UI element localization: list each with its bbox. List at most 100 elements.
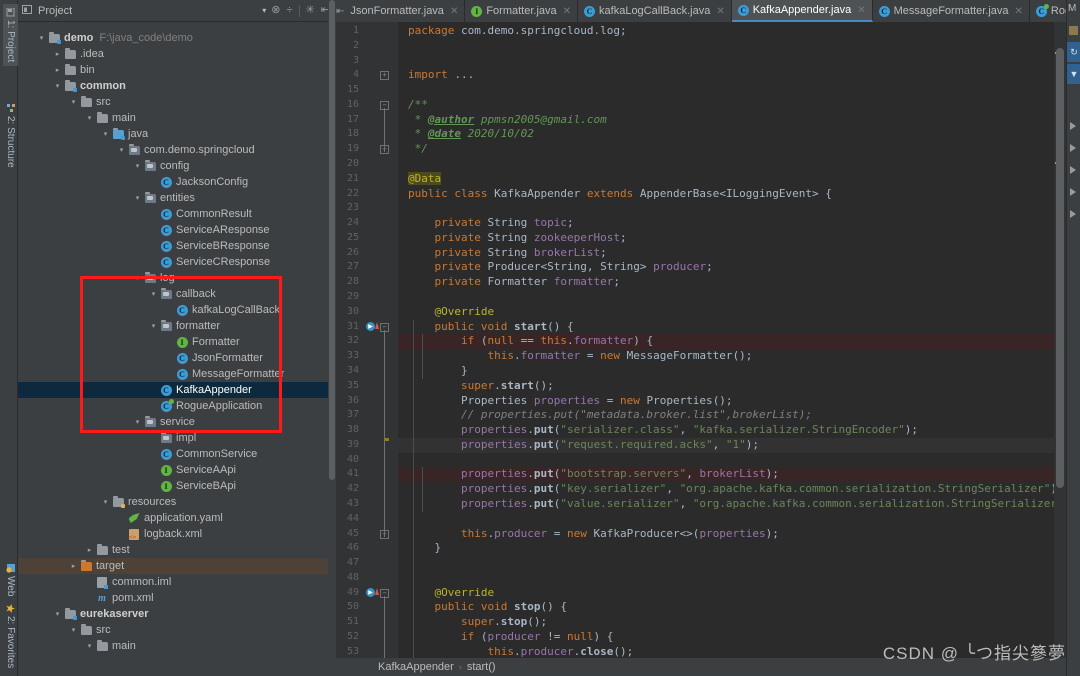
- editor-marker-strip[interactable]: [1054, 22, 1066, 658]
- code-line[interactable]: }: [398, 541, 1054, 556]
- run-method-icon[interactable]: ▶: [366, 587, 379, 597]
- code-line[interactable]: properties.put("key.serializer", "org.ap…: [398, 482, 1054, 497]
- tree-row[interactable]: ▸CkafkaLogCallBack: [34, 302, 328, 318]
- tree-row[interactable]: ▸IFormatter: [34, 334, 328, 350]
- code-line[interactable]: [398, 571, 1054, 586]
- run-marker-icon[interactable]: [1070, 122, 1076, 130]
- editor-tab-messageformatter[interactable]: C MessageFormatter.java ✕: [873, 0, 1030, 22]
- tree-row[interactable]: ▸CServiceAResponse: [34, 222, 328, 238]
- code-line[interactable]: properties.put("serializer.class", "kafk…: [398, 423, 1054, 438]
- tree-row[interactable]: ▸IServiceAApi: [34, 462, 328, 478]
- code-line[interactable]: [398, 83, 1054, 98]
- code-line[interactable]: [398, 512, 1054, 527]
- close-icon[interactable]: ✕: [563, 6, 571, 17]
- code-fold-toggle[interactable]: +: [380, 71, 389, 81]
- editor-tab-kafkalogcallback[interactable]: C kafkaLogCallBack.java ✕: [578, 0, 732, 22]
- tree-row[interactable]: ▸CCommonResult: [34, 206, 328, 222]
- code-line[interactable]: super.start();: [398, 379, 1054, 394]
- expand-arrow-open-icon[interactable]: ▾: [148, 322, 159, 330]
- tree-row[interactable]: ▸ target: [34, 558, 328, 574]
- code-line[interactable]: private String topic;: [398, 216, 1054, 231]
- expand-arrow-open-icon[interactable]: ▾: [84, 114, 95, 122]
- tree-row[interactable]: ▾ src: [34, 94, 328, 110]
- code-line[interactable]: */: [398, 142, 1054, 157]
- code-line[interactable]: }: [398, 364, 1054, 379]
- code-line[interactable]: * @author ppmsn2005@gmail.com: [398, 113, 1054, 128]
- tree-row[interactable]: ▾ src: [34, 622, 328, 638]
- code-line[interactable]: this.formatter = new MessageFormatter();: [398, 349, 1054, 364]
- expand-arrow-open-icon[interactable]: ▾: [52, 82, 63, 90]
- expand-arrow-closed-icon[interactable]: ▸: [68, 562, 79, 570]
- tree-row[interactable]: ▸CJsonFormatter: [34, 350, 328, 366]
- editor-scroll-thumb[interactable]: [1056, 48, 1064, 488]
- editor-tab-jsonformatter[interactable]: JsonFormatter.java ✕: [344, 0, 466, 22]
- code-line[interactable]: @Override: [398, 586, 1054, 601]
- tree-row[interactable]: ▸ impl: [34, 430, 328, 446]
- editor-tab-rogueapplication[interactable]: C RogueApplication.java ✕: [1030, 0, 1066, 22]
- tool-window-button-project[interactable]: 1: Project: [3, 4, 18, 67]
- expand-arrow-open-icon[interactable]: ▾: [52, 610, 63, 618]
- scroll-from-source-icon[interactable]: ÷: [287, 5, 293, 16]
- code-line[interactable]: public class KafkaAppender extends Appen…: [398, 187, 1054, 202]
- code-line[interactable]: Properties properties = new Properties()…: [398, 394, 1054, 409]
- code-line[interactable]: * @date 2020/10/02: [398, 127, 1054, 142]
- code-line[interactable]: public void start() {: [398, 320, 1054, 335]
- sync-button[interactable]: ↻: [1067, 42, 1080, 62]
- code-line[interactable]: private String zookeeperHost;: [398, 231, 1054, 246]
- tree-row[interactable]: ▾ com.demo.springcloud: [34, 142, 328, 158]
- code-line[interactable]: this.producer = new KafkaProducer<>(prop…: [398, 527, 1054, 542]
- expand-arrow-closed-icon[interactable]: ▸: [52, 50, 63, 58]
- tool-window-button-structure[interactable]: 2: Structure: [3, 100, 18, 172]
- expand-arrow-open-icon[interactable]: ▾: [132, 194, 143, 202]
- tree-row[interactable]: ▸CJacksonConfig: [34, 174, 328, 190]
- tree-row[interactable]: ▾ config: [34, 158, 328, 174]
- tree-row[interactable]: ▾ formatter: [34, 318, 328, 334]
- code-text[interactable]: package com.demo.springcloud.log; import …: [398, 22, 1054, 658]
- tree-row[interactable]: ▸CKafkaAppender: [34, 382, 328, 398]
- tool-window-button-web[interactable]: Web: [3, 560, 18, 600]
- tree-row[interactable]: ▸IServiceBApi: [34, 478, 328, 494]
- code-line[interactable]: package com.demo.springcloud.log;: [398, 24, 1054, 39]
- project-tree-scroll-thumb[interactable]: [329, 0, 335, 480]
- breadcrumb-method[interactable]: start(): [467, 661, 496, 673]
- tree-row[interactable]: ▾ java: [34, 126, 328, 142]
- close-icon[interactable]: ✕: [450, 6, 458, 17]
- collapse-marker[interactable]: ▼: [1067, 64, 1080, 84]
- expand-arrow-open-icon[interactable]: ▾: [84, 642, 95, 650]
- code-line[interactable]: if (null == this.formatter) {: [398, 334, 1054, 350]
- tree-row[interactable]: ▾ resources: [34, 494, 328, 510]
- expand-arrow-open-icon[interactable]: ▾: [100, 130, 111, 138]
- code-line[interactable]: [398, 201, 1054, 216]
- code-line[interactable]: super.stop();: [398, 615, 1054, 630]
- editor-tab-kafkaappender[interactable]: C KafkaAppender.java ✕: [731, 0, 873, 22]
- expand-arrow-open-icon[interactable]: ▾: [148, 290, 159, 298]
- code-line[interactable]: properties.put("bootstrap.servers", brok…: [398, 467, 1054, 483]
- code-line[interactable]: @Override: [398, 305, 1054, 320]
- tree-row[interactable]: ▾ log: [34, 270, 328, 286]
- tree-row[interactable]: ▸m pom.xml: [34, 590, 328, 606]
- expand-arrow-open-icon[interactable]: ▾: [36, 34, 47, 42]
- tree-row[interactable]: ▸ logback.xml: [34, 526, 328, 542]
- run-marker-icon[interactable]: [1070, 188, 1076, 196]
- tree-row[interactable]: ▾ demo F:\java_code\demo: [34, 30, 328, 46]
- right-tool-window-maven[interactable]: M: [1068, 3, 1076, 14]
- editor-tab-formatter[interactable]: I Formatter.java ✕: [465, 0, 579, 22]
- tree-row[interactable]: ▸ .idea: [34, 46, 328, 62]
- tree-row[interactable]: ▸ test: [34, 542, 328, 558]
- code-line[interactable]: properties.put("value.serializer", "org.…: [398, 497, 1054, 512]
- tree-row[interactable]: ▸ bin: [34, 62, 328, 78]
- tree-row[interactable]: ▾ common: [34, 78, 328, 94]
- tree-row[interactable]: ▾ callback: [34, 286, 328, 302]
- chevron-down-icon[interactable]: ▾: [262, 6, 266, 15]
- close-icon[interactable]: ✕: [857, 5, 865, 16]
- collapse-all-icon[interactable]: ⊗: [271, 5, 280, 16]
- tree-row[interactable]: ▾ entities: [34, 190, 328, 206]
- tree-row[interactable]: ▸CCommonService: [34, 446, 328, 462]
- close-icon[interactable]: ✕: [716, 6, 724, 17]
- expand-arrow-open-icon[interactable]: ▾: [68, 626, 79, 634]
- code-line[interactable]: // properties.put("metadata.broker.list"…: [398, 408, 1054, 423]
- run-method-icon[interactable]: ▶: [366, 321, 379, 331]
- code-line[interactable]: private String brokerList;: [398, 246, 1054, 261]
- expand-arrow-open-icon[interactable]: ▾: [68, 98, 79, 106]
- expand-arrow-open-icon[interactable]: ▾: [132, 162, 143, 170]
